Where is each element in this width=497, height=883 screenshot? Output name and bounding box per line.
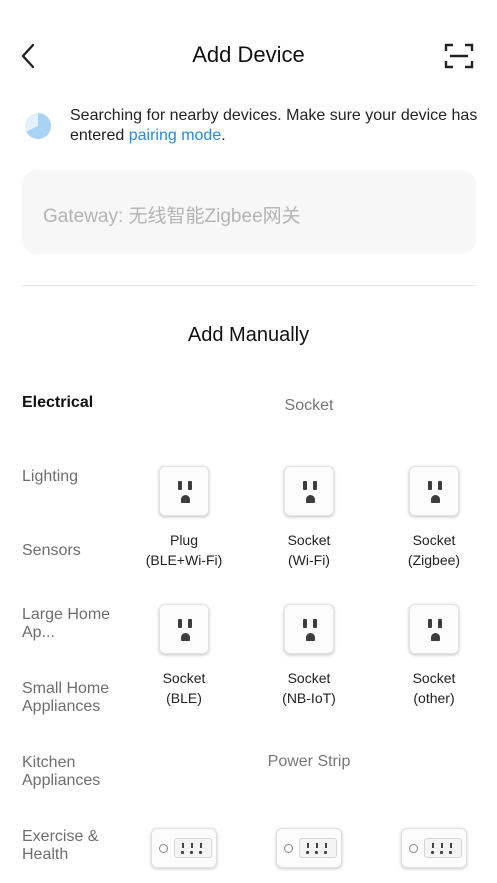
- gateway-label: Gateway: 无线智能Zigbee网关: [43, 206, 301, 227]
- power-icon: [284, 844, 293, 853]
- power-icon: [409, 844, 418, 853]
- gateway-card[interactable]: Gateway: 无线智能Zigbee网关: [22, 170, 476, 254]
- divider: [22, 285, 476, 286]
- scan-icon: [444, 43, 474, 69]
- socket-icon: [284, 604, 334, 654]
- device-socket-wifi[interactable]: Socket (Wi-Fi): [259, 466, 359, 570]
- add-manually-title: Add Manually: [187, 324, 310, 346]
- power-strip-icon: [299, 838, 337, 858]
- pairing-mode-link[interactable]: pairing mode: [129, 127, 222, 144]
- category-small-home-appliances[interactable]: Small Home Appliances: [22, 680, 132, 716]
- power-strip-item[interactable]: [276, 828, 342, 868]
- device-plug-ble-wifi[interactable]: Plug (BLE+Wi-Fi): [134, 466, 234, 570]
- device-socket-nb-iot[interactable]: Socket (NB-IoT): [259, 604, 359, 708]
- power-strip-item[interactable]: [151, 828, 217, 868]
- header: Add Device: [0, 0, 497, 110]
- searching-spinner-icon: [25, 113, 51, 139]
- section-title-power-strip: Power Strip: [267, 753, 351, 770]
- category-sensors[interactable]: Sensors: [22, 542, 132, 560]
- socket-icon: [159, 604, 209, 654]
- socket-icon: [409, 604, 459, 654]
- power-strip-icon: [424, 838, 462, 858]
- socket-icon: [284, 466, 334, 516]
- power-strip-item[interactable]: [401, 828, 467, 868]
- power-strip-icon: [174, 838, 212, 858]
- scan-button[interactable]: [440, 38, 478, 74]
- device-socket-zigbee[interactable]: Socket (Zigbee): [384, 466, 484, 570]
- section-title-socket: Socket: [284, 397, 334, 414]
- category-electrical[interactable]: Electrical: [22, 394, 132, 412]
- category-large-home-appliances[interactable]: Large Home Ap...: [22, 606, 112, 642]
- search-message: Searching for nearby devices. Make sure …: [70, 107, 478, 144]
- device-socket-other[interactable]: Socket (other): [384, 604, 484, 708]
- socket-icon: [409, 466, 459, 516]
- power-icon: [159, 844, 168, 853]
- device-socket-ble[interactable]: Socket (BLE): [134, 604, 234, 708]
- search-status: Searching for nearby devices. Make sure …: [22, 104, 477, 146]
- category-lighting[interactable]: Lighting: [22, 468, 132, 486]
- category-exercise-health[interactable]: Exercise & Health: [22, 828, 102, 864]
- socket-icon: [159, 466, 209, 516]
- category-kitchen-appliances[interactable]: Kitchen Appliances: [22, 754, 132, 790]
- page-title: Add Device: [192, 42, 305, 67]
